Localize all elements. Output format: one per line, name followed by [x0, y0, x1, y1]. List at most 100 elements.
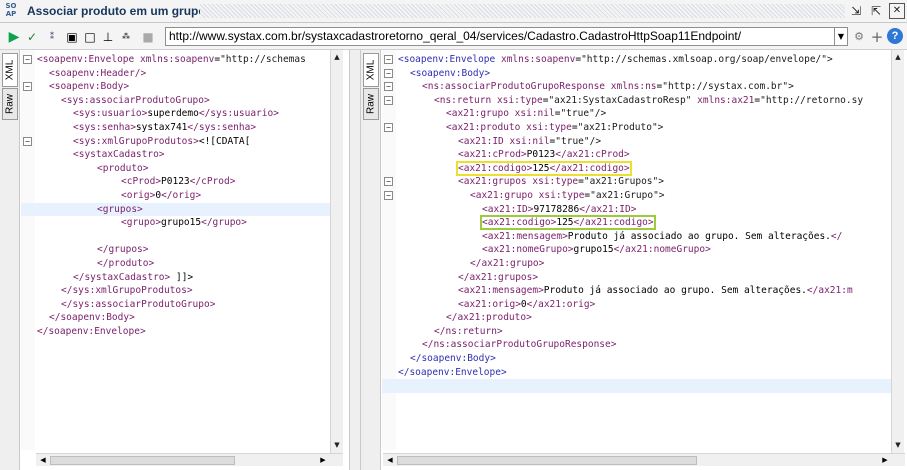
request-vertical-scrollbar[interactable]: ▲ ▼ — [330, 50, 343, 453]
xml-text: <sys:senha>systax741</sys:senha> — [73, 121, 257, 133]
xml-text: <soapenv:Envelope xmlns:soapenv="http://… — [398, 54, 833, 65]
xml-text: <sys:associarProdutoGrupo> — [61, 94, 210, 106]
xml-text: </grupos> — [97, 244, 149, 256]
scroll-thumb[interactable] — [50, 456, 235, 465]
fold-toggle-icon[interactable]: − — [23, 82, 32, 92]
tab-raw[interactable]: Raw — [2, 88, 18, 120]
response-vertical-scrollbar[interactable]: ▲ ▼ — [891, 50, 904, 453]
code-line: </ax21:grupos> — [382, 271, 891, 285]
fold-toggle-icon[interactable]: − — [384, 122, 393, 132]
fold-toggle-icon[interactable]: − — [384, 55, 393, 64]
request-horizontal-scrollbar[interactable]: ◀ ▶ — [36, 453, 343, 466]
fold-toggle-icon[interactable]: − — [23, 136, 32, 146]
xml-text: <ax21:orig>0</ax21:orig> — [458, 298, 596, 310]
xml-text: <ax21:cProd>P0123</ax21:cProd> — [458, 149, 630, 161]
scroll-thumb[interactable] — [397, 456, 697, 465]
scroll-down-icon[interactable]: ▼ — [331, 439, 343, 452]
insert-icon[interactable]: ⊥ — [100, 29, 116, 45]
code-line: </ax21:grupo> — [382, 257, 891, 271]
code-line: </soapenv:Body> — [382, 352, 891, 366]
fold-toggle-icon[interactable]: − — [384, 95, 393, 105]
xml-text: <ax21:produto xsi:type="ax21:Produto"> — [446, 121, 664, 133]
endpoint-url-field[interactable]: http://www.systax.com.br/systaxcadastror… — [165, 27, 845, 46]
code-line: <ax21:cProd>P0123</ax21:cProd> — [382, 148, 891, 162]
title-stripe — [200, 4, 845, 18]
code-line: <ax21:grupos xsi:type="ax21:Grupos"> − — [382, 175, 891, 189]
xml-text: <ax21:codigo>125</ax21:codigo> — [480, 215, 656, 231]
pane-splitter[interactable] — [350, 50, 360, 470]
code-line: </grupos> — [21, 243, 333, 257]
scroll-down-icon[interactable]: ▼ — [892, 439, 904, 452]
code-line: <soapenv:Envelope xmlns:soapenv="http://… — [21, 53, 333, 67]
scroll-up-icon[interactable]: ▲ — [331, 51, 343, 64]
scroll-right-icon[interactable]: ▶ — [879, 454, 891, 467]
caret-line — [382, 379, 891, 394]
xml-text: </soapenv:Envelope> — [398, 366, 507, 378]
title-bar: SO AP Associar produto em um grupo ⇲ ⇱ ✕ — [0, 0, 907, 23]
tab-xml[interactable]: XML — [363, 53, 379, 87]
xml-text: </ax21:produto> — [446, 312, 532, 324]
xml-text: </sys:associarProdutoGrupo> — [61, 298, 216, 310]
xml-text: <soapenv:Header/> — [49, 67, 147, 79]
xml-text: </ns:associarProdutoGrupoResponse> — [422, 339, 617, 351]
fold-toggle-icon[interactable]: − — [384, 190, 393, 200]
xml-text: </soapenv:Envelope> — [37, 325, 146, 337]
xml-text: <sys:xmlGrupoProdutos><![CDATA[ — [73, 135, 251, 147]
xml-text: <soapenv:Body> — [410, 67, 491, 79]
xml-text: <ax21:codigo>125</ax21:codigo> — [456, 160, 632, 176]
editor-icon[interactable]: ▣ — [64, 29, 80, 45]
chevron-down-icon[interactable]: ▼ — [834, 27, 848, 46]
code-line: <ax21:mensagem>Produto já associado ao g… — [382, 284, 891, 298]
close-icon[interactable]: ✕ — [889, 3, 905, 19]
fold-toggle-icon[interactable]: − — [384, 68, 393, 78]
fold-toggle-icon[interactable]: − — [23, 55, 32, 64]
code-line: <sys:usuario>superdemo</sys:usuario> — [21, 107, 333, 121]
scroll-left-icon[interactable]: ◀ — [384, 454, 396, 467]
scroll-left-icon[interactable]: ◀ — [37, 454, 49, 467]
format-icon[interactable]: ⁑ — [44, 29, 60, 45]
code-line: <soapenv:Header/> — [21, 67, 333, 81]
xml-text: </produto> — [97, 257, 155, 269]
xml-text: <ax21:mensagem>Produto já associado ao g… — [458, 285, 853, 297]
stop-icon[interactable]: □ — [82, 29, 98, 45]
xml-text: <ax21:grupo xsi:nil="true"/> — [446, 108, 607, 120]
code-line: <ax21:ID>97178286</ax21:ID> — [382, 203, 891, 217]
xml-text: <ax21:nomeGrupo>grupo15</ax21:nomeGrupo> — [482, 244, 711, 256]
code-line: <ns:return xsi:type="ax21:SystaxCadastro… — [382, 94, 891, 108]
add-icon[interactable]: + — [869, 29, 885, 45]
xml-text: <sys:usuario>superdemo</sys:usuario> — [73, 108, 279, 120]
code-line: <orig>0</orig> — [21, 189, 333, 203]
xml-text: </ns:return> — [434, 325, 503, 337]
code-line: <grupos> — [21, 202, 333, 217]
validate-icon[interactable]: ✓ — [24, 29, 40, 45]
xml-text: </ax21:grupos> — [458, 271, 539, 283]
xml-text: <orig>0</orig> — [121, 189, 202, 201]
code-line: <ax21:mensagem>Produto já associado ao g… — [382, 230, 891, 244]
tab-raw[interactable]: Raw — [363, 88, 379, 120]
maximize-icon[interactable]: ⇱ — [868, 3, 884, 19]
response-pane: XML Raw <soapenv:Envelope xmlns:soapenv=… — [360, 50, 907, 470]
options-icon[interactable]: ⁂ — [118, 29, 134, 45]
code-line: </systaxCadastro> ]]> — [21, 271, 333, 285]
restore-icon[interactable]: ⇲ — [848, 3, 864, 19]
code-line: </produto> — [21, 257, 333, 271]
help-icon[interactable]: ? — [887, 28, 903, 44]
scroll-up-icon[interactable]: ▲ — [892, 51, 904, 64]
fold-toggle-icon[interactable]: − — [384, 177, 393, 187]
search-icon[interactable]: ⚙ — [851, 29, 867, 45]
fold-toggle-icon[interactable]: − — [384, 82, 393, 92]
request-xml-editor[interactable]: <soapenv:Envelope xmlns:soapenv="http://… — [21, 53, 333, 338]
code-line: <ax21:grupo xsi:nil="true"/> — [382, 107, 891, 121]
scroll-right-icon[interactable]: ▶ — [317, 454, 329, 467]
code-line: </ns:return> — [382, 325, 891, 339]
xml-text: <produto> — [97, 162, 149, 174]
response-horizontal-scrollbar[interactable]: ◀ ▶ — [383, 453, 905, 466]
xml-text: <ns:associarProdutoGrupoResponse xmlns:n… — [422, 81, 794, 93]
code-line: </sys:xmlGrupoProdutos> — [21, 284, 333, 298]
tab-xml[interactable]: XML — [2, 53, 18, 87]
play-icon[interactable]: ▶ — [6, 29, 22, 45]
response-xml-editor[interactable]: <soapenv:Envelope xmlns:soapenv="http://… — [382, 53, 891, 394]
code-line: <grupo>grupo15</grupo> — [21, 216, 333, 230]
xml-text: <ax21:grupo xsi:type="ax21:Grupo"> — [470, 189, 665, 201]
